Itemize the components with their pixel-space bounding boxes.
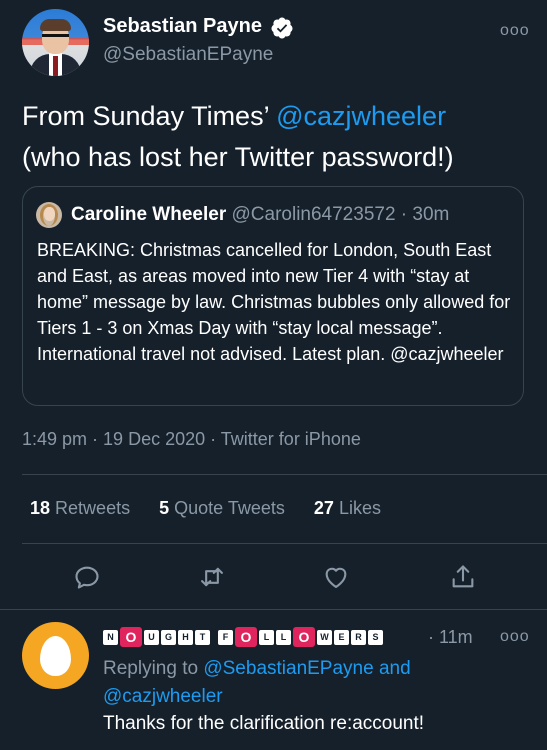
quoted-author-avatar[interactable]	[36, 202, 62, 228]
quoted-author-name[interactable]: Caroline Wheeler	[71, 204, 226, 225]
quoted-tweet-header: Caroline Wheeler @Carolin64723572 · 30m	[71, 204, 449, 226]
verified-badge-icon	[270, 16, 294, 40]
reply-name-letter: H	[178, 629, 193, 645]
replying-to: Replying to @SebastianEPayne and @cazjwh…	[103, 655, 523, 711]
reply-name-letter: O	[235, 627, 257, 647]
engagement-stats: 18 Retweets 5 Quote Tweets 27 Likes	[30, 498, 381, 519]
replying-to-user-link[interactable]: @SebastianEPayne	[203, 658, 373, 679]
replying-to-and: and	[373, 658, 411, 679]
author-name[interactable]: Sebastian Payne	[103, 15, 262, 38]
reply-icon[interactable]	[73, 563, 101, 591]
divider	[22, 474, 547, 475]
quote-tweets-label: Quote Tweets	[174, 498, 285, 518]
reply-name-letter: U	[144, 629, 159, 645]
reply-name-letter: L	[276, 629, 291, 645]
tweet-mention-link[interactable]: @cazjwheeler	[276, 101, 446, 131]
quoted-tweet-time: · 30m	[400, 204, 450, 225]
reply-author-name[interactable]: NOUGHTFOLLOWERS	[103, 627, 385, 649]
reply-name-letter: R	[351, 629, 366, 645]
author-avatar[interactable]	[22, 9, 89, 76]
divider	[0, 609, 547, 610]
tweet-source[interactable]: Twitter for iPhone	[221, 429, 361, 449]
reply-name-letter: G	[161, 629, 176, 645]
quoted-tweet-text: BREAKING: Christmas cancelled for London…	[37, 240, 511, 364]
divider	[22, 543, 547, 544]
author-handle[interactable]: @SebastianEPayne	[103, 44, 273, 66]
share-icon[interactable]	[449, 563, 477, 591]
quoted-author-handle[interactable]: @Carolin64723572	[232, 204, 396, 225]
like-icon[interactable]	[322, 563, 350, 591]
tweet-time: 1:49 pm	[22, 429, 88, 449]
tweet-meta: 1:49 pm · 19 Dec 2020 · Twitter for iPho…	[22, 429, 361, 449]
reply-name-letter: S	[368, 629, 383, 645]
reply-name-letter: W	[317, 629, 332, 645]
replying-to-user-link[interactable]: @cazjwheeler	[103, 686, 223, 707]
more-horizontal-icon[interactable]: ooo	[500, 628, 530, 646]
reply-name-letter: O	[293, 627, 315, 647]
quote-tweets-stat[interactable]: 5 Quote Tweets	[159, 498, 285, 518]
likes-stat[interactable]: 27 Likes	[314, 498, 381, 518]
reply-text: Thanks for the clarification re:account!	[103, 713, 425, 734]
quote-tweets-count: 5	[159, 498, 170, 518]
reply-name-letter: T	[195, 629, 210, 645]
tweet-text: From Sunday Times’ @cazjwheeler (who has…	[22, 96, 532, 178]
tweet-text-prefix: From Sunday Times’	[22, 101, 277, 131]
reply-name-letter: O	[120, 627, 142, 647]
tweet-date[interactable]: 19 Dec 2020	[103, 429, 205, 449]
retweets-count: 18	[30, 498, 51, 518]
tweet-text-suffix: (who has lost her Twitter password!)	[22, 142, 454, 172]
reply-time: · 11m	[428, 627, 473, 647]
reply-name-letter: F	[218, 629, 233, 645]
replying-to-prefix: Replying to	[103, 658, 204, 679]
reply-name-letter: L	[259, 629, 274, 645]
more-horizontal-icon[interactable]: ooo	[500, 22, 530, 40]
likes-count: 27	[313, 498, 334, 518]
retweets-stat[interactable]: 18 Retweets	[30, 498, 130, 518]
reply-name-letter: E	[334, 629, 349, 645]
quoted-tweet-card[interactable]: Caroline Wheeler @Carolin64723572 · 30m …	[22, 186, 524, 406]
retweet-icon[interactable]	[198, 563, 226, 591]
reply-author-avatar[interactable]	[22, 622, 89, 689]
retweets-label: Retweets	[55, 498, 131, 518]
reply-name-letter: N	[103, 629, 118, 645]
likes-label: Likes	[338, 498, 381, 518]
